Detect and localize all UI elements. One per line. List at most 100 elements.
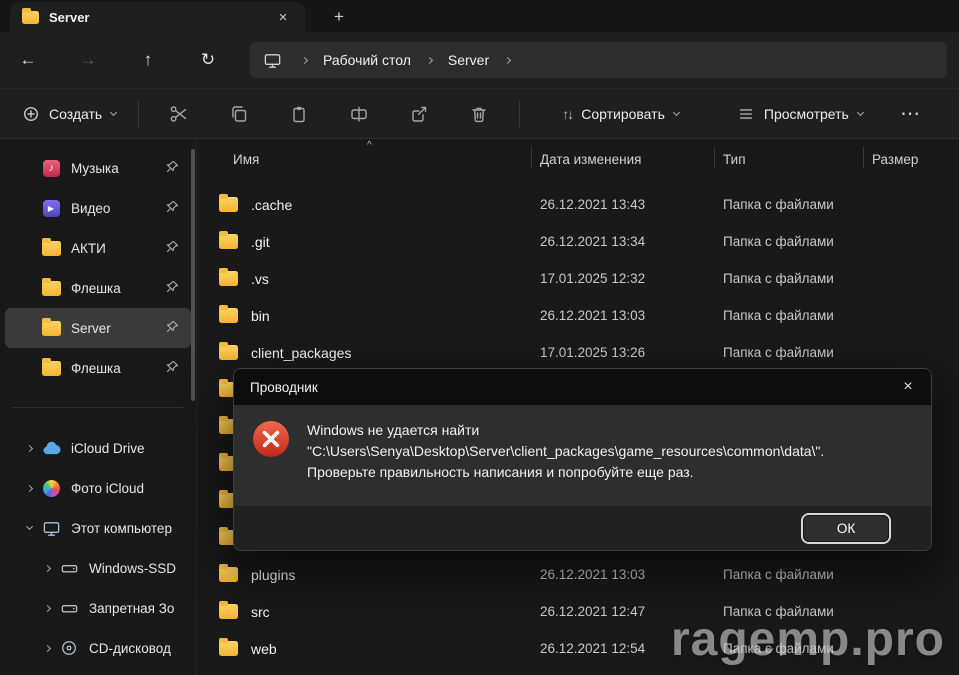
chevron-right-icon[interactable] xyxy=(43,604,51,612)
sidebar-item-label: АКТИ xyxy=(71,240,106,256)
sidebar-item-label: Музыка xyxy=(71,160,119,176)
share-icon[interactable] xyxy=(399,96,439,132)
pin-icon xyxy=(166,200,179,216)
ok-button[interactable]: ОК xyxy=(803,514,889,542)
up-icon[interactable]: ↑ xyxy=(130,42,166,78)
folder-icon xyxy=(41,277,61,296)
pin-icon xyxy=(166,280,179,296)
breadcrumb-server[interactable]: Server xyxy=(442,52,495,68)
sort-button[interactable]: ↑↓ Сортировать xyxy=(550,96,691,132)
table-row[interactable]: plugins 26.12.2021 13:03 Папка с файлами xyxy=(197,556,959,593)
folder-icon xyxy=(219,601,238,619)
view-button[interactable]: Просмотреть xyxy=(725,96,875,132)
copy-icon[interactable] xyxy=(219,96,259,132)
dialog-message-line3: Проверьте правильность написания и попро… xyxy=(307,464,694,480)
file-name: .cache xyxy=(251,196,293,213)
sidebar-item-windows-ssd[interactable]: Windows-SSD xyxy=(5,548,191,588)
file-name: src xyxy=(251,603,270,620)
sidebar-item-fleshka-2[interactable]: Флешка xyxy=(5,348,191,388)
chevron-right-icon[interactable] xyxy=(43,564,51,572)
column-header-date[interactable]: Дата изменения xyxy=(531,152,714,167)
icloud-icon xyxy=(41,441,61,455)
forward-icon[interactable]: → xyxy=(70,42,106,78)
dialog-close-icon[interactable]: × xyxy=(885,369,931,405)
address-bar[interactable]: Рабочий стол Server xyxy=(250,42,947,78)
sidebar-item-server[interactable]: Server xyxy=(5,308,191,348)
sidebar-divider xyxy=(12,407,184,408)
drive-icon xyxy=(59,559,79,578)
sidebar-item-video[interactable]: ▶ Видео xyxy=(5,188,191,228)
pin-icon xyxy=(166,360,179,376)
plus-circle-icon xyxy=(24,106,38,121)
create-button[interactable]: Создать xyxy=(10,96,128,132)
sidebar-item-zapretnaya[interactable]: Запретная Зо xyxy=(5,588,191,628)
dialog-footer: ОК xyxy=(234,506,931,550)
list-header: ^ Имя Дата изменения Тип Размер xyxy=(197,139,959,173)
paste-icon[interactable] xyxy=(279,96,319,132)
sidebar-item-icloud-drive[interactable]: iCloud Drive xyxy=(5,428,191,468)
table-row[interactable]: bin 26.12.2021 13:03 Папка с файлами xyxy=(197,297,959,334)
refresh-icon[interactable]: ↻ xyxy=(190,42,226,78)
tab-close-icon[interactable]: × xyxy=(273,9,293,26)
table-row[interactable]: .cache 26.12.2021 13:43 Папка с файлами xyxy=(197,186,959,223)
chevron-down-icon[interactable] xyxy=(25,522,33,531)
sidebar-item-cd-drive[interactable]: CD-дисковод xyxy=(5,628,191,668)
error-dialog: Проводник × Windows не удается найти "C:… xyxy=(233,368,932,551)
column-separator[interactable] xyxy=(714,147,715,168)
more-options-icon[interactable]: ⋯ xyxy=(893,101,927,126)
file-type: Папка с файлами xyxy=(723,345,834,360)
file-date: 26.12.2021 13:34 xyxy=(540,234,646,249)
tab-server[interactable]: Server × xyxy=(10,2,305,32)
new-tab-button[interactable]: + xyxy=(327,7,351,27)
dialog-titlebar: Проводник × xyxy=(234,369,931,405)
column-header-name[interactable]: Имя xyxy=(197,152,531,167)
table-row[interactable]: .git 26.12.2021 13:34 Папка с файлами xyxy=(197,223,959,260)
file-name: web xyxy=(251,640,277,657)
chevron-right-icon[interactable] xyxy=(43,644,51,652)
sidebar-item-akti[interactable]: АКТИ xyxy=(5,228,191,268)
back-icon[interactable]: ← xyxy=(10,42,46,78)
sidebar-item-this-pc[interactable]: Этот компьютер xyxy=(5,508,191,548)
column-header-size[interactable]: Размер xyxy=(863,152,959,167)
chevron-right-icon[interactable] xyxy=(25,484,33,492)
file-date: 17.01.2025 12:32 xyxy=(540,271,646,286)
table-row[interactable]: client_packages 17.01.2025 13:26 Папка с… xyxy=(197,334,959,371)
sidebar: ♪ Музыка ▶ Видео АКТИ Флешка Server Флеш… xyxy=(0,139,196,675)
chevron-down-icon xyxy=(672,108,680,116)
file-type: Папка с файлами xyxy=(723,271,834,286)
sidebar-item-icloud-photos[interactable]: Фото iCloud xyxy=(5,468,191,508)
watermark: ragemp.pro xyxy=(670,613,945,666)
dialog-message-line1: Windows не удается найти xyxy=(307,422,480,438)
video-icon: ▶ xyxy=(42,199,60,217)
pin-icon xyxy=(166,160,179,176)
create-label: Создать xyxy=(49,105,103,122)
folder-icon xyxy=(41,357,61,376)
folder-icon xyxy=(41,317,61,336)
file-explorer-window: Server × + ← → ↑ ↻ Рабочий стол Server С… xyxy=(0,0,959,675)
sidebar-item-fleshka-1[interactable]: Флешка xyxy=(5,268,191,308)
sidebar-item-music[interactable]: ♪ Музыка xyxy=(5,148,191,188)
computer-icon xyxy=(41,519,61,538)
table-row[interactable]: .vs 17.01.2025 12:32 Папка с файлами xyxy=(197,260,959,297)
column-separator[interactable] xyxy=(863,147,864,168)
error-icon xyxy=(252,420,290,494)
toolbar-separator xyxy=(519,100,521,127)
cut-icon[interactable] xyxy=(159,96,199,132)
file-name: .vs xyxy=(251,270,269,287)
breadcrumb-desktop[interactable]: Рабочий стол xyxy=(317,52,417,68)
sort-direction-icon: ^ xyxy=(367,140,372,151)
file-type: Папка с файлами xyxy=(723,197,834,212)
file-type: Папка с файлами xyxy=(723,567,834,582)
file-date: 17.01.2025 13:26 xyxy=(540,345,646,360)
file-type: Папка с файлами xyxy=(723,234,834,249)
folder-icon xyxy=(219,305,238,323)
column-header-type[interactable]: Тип xyxy=(714,152,863,167)
column-separator[interactable] xyxy=(531,147,532,168)
rename-icon[interactable] xyxy=(339,96,379,132)
sidebar-scrollbar[interactable] xyxy=(191,149,195,401)
sidebar-item-label: Этот компьютер xyxy=(71,520,172,536)
chevron-down-icon xyxy=(110,108,118,116)
chevron-right-icon[interactable] xyxy=(25,444,33,452)
sidebar-item-label: CD-дисковод xyxy=(89,640,171,656)
delete-icon[interactable] xyxy=(459,96,499,132)
